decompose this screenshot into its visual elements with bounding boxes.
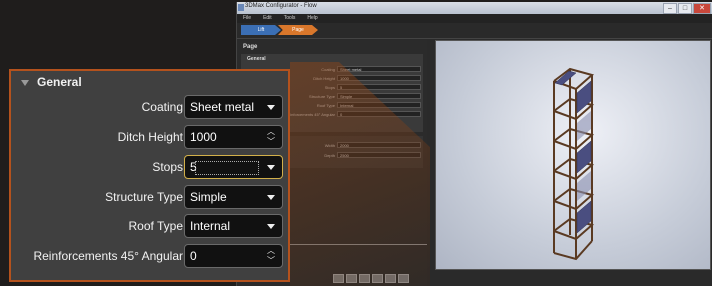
structure-type-select[interactable]: Simple xyxy=(184,185,283,209)
general-header[interactable]: General xyxy=(21,75,82,89)
coating-value: Sheet metal xyxy=(190,100,255,114)
maximize-button[interactable]: □ xyxy=(678,3,692,14)
ditch-height-label: Ditch Height xyxy=(117,130,183,144)
chevron-down-icon[interactable] xyxy=(267,105,275,110)
page-title: Page xyxy=(243,44,258,50)
structure-type-value: Simple xyxy=(190,190,227,204)
coating-select[interactable]: Sheet metal xyxy=(184,95,283,119)
reinforcements-value: 0 xyxy=(190,249,197,263)
breadcrumb-lift[interactable]: Lift xyxy=(241,25,281,35)
roof-type-value: Internal xyxy=(190,219,231,233)
breadcrumb-page[interactable]: Page xyxy=(278,25,318,35)
row-structure-type: Structure Type Simple xyxy=(11,185,288,209)
menu-help[interactable]: Help xyxy=(307,14,317,23)
menu-file[interactable]: File xyxy=(243,14,251,23)
stops-label: Stops xyxy=(152,160,183,174)
chevron-down-icon[interactable] xyxy=(267,224,275,229)
ditch-height-value: 1000 xyxy=(190,130,217,144)
coating-label: Coating xyxy=(141,100,183,114)
row-stops: Stops 5 xyxy=(11,155,288,179)
ditch-height-spinbox[interactable]: 1000 ︿ ﹀ xyxy=(184,125,283,149)
row-roof-type: Roof Type Internal xyxy=(11,214,288,238)
app-icon xyxy=(238,4,244,11)
row-reinforcements: Reinforcements 45° Angular 0 ︿ ﹀ xyxy=(11,244,288,268)
breadcrumb: Lift Page xyxy=(241,25,318,35)
reinforcements-label: Reinforcements 45° Angular xyxy=(33,249,183,263)
menu-tools[interactable]: Tools xyxy=(284,14,296,23)
general-header-label: General xyxy=(37,75,82,89)
title-bar: 3DMax Configurator - Flow – □ ✕ xyxy=(237,2,712,14)
lift-shaft-model xyxy=(553,67,595,261)
roof-type-label: Roof Type xyxy=(128,219,183,233)
divider xyxy=(237,38,712,39)
minimize-button[interactable]: – xyxy=(663,3,677,14)
roof-type-select[interactable]: Internal xyxy=(184,214,283,238)
menu-edit[interactable]: Edit xyxy=(263,14,272,23)
menu-bar: File Edit Tools Help xyxy=(237,14,712,23)
3d-viewport[interactable] xyxy=(435,40,711,270)
collapse-triangle-icon[interactable] xyxy=(21,79,29,86)
reinforcements-spinbox[interactable]: 0 ︿ ﹀ xyxy=(184,244,283,268)
spinner-arrows-icon[interactable]: ︿ ﹀ xyxy=(266,246,276,266)
row-coating: Coating Sheet metal xyxy=(11,95,288,119)
chevron-down-icon[interactable] xyxy=(267,165,275,170)
mini-coating-select[interactable]: Sheet metal xyxy=(337,66,421,72)
structure-type-label: Structure Type xyxy=(105,190,183,204)
row-ditch-height: Ditch Height 1000 ︿ ﹀ xyxy=(11,125,288,149)
spinner-arrows-icon[interactable]: ︿ ﹀ xyxy=(266,127,276,147)
close-button[interactable]: ✕ xyxy=(693,3,711,14)
chevron-down-icon[interactable] xyxy=(267,195,275,200)
general-section-zoom: General Coating Sheet metal Ditch Height… xyxy=(9,69,290,282)
window-title: 3DMax Configurator - Flow xyxy=(245,3,317,9)
focus-rect xyxy=(195,161,259,175)
stops-select[interactable]: 5 xyxy=(184,155,283,179)
